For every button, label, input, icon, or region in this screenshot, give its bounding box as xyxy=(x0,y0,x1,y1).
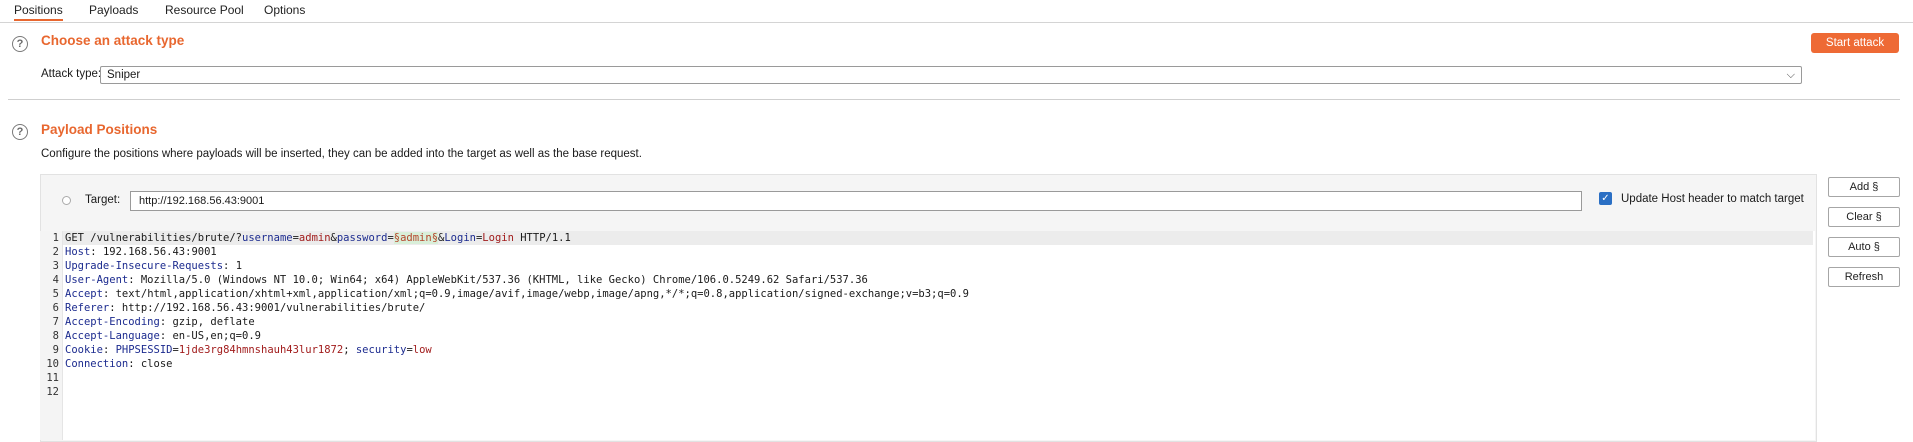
header-line: Accept-Encoding: gzip, deflate xyxy=(65,315,255,329)
cookie-line: Cookie: PHPSESSID=1jde3rg84hmnshauh43lur… xyxy=(65,343,432,357)
header-name: User-Agent xyxy=(65,274,129,286)
header-name: Accept-Encoding xyxy=(65,316,160,328)
payload-positions-description: Configure the positions where payloads w… xyxy=(41,148,642,160)
cookie-value: 1jde3rg84hmnshauh43lur1872 xyxy=(178,344,344,356)
header-name: Connection xyxy=(65,358,129,370)
add-marker-button[interactable]: Add § xyxy=(1828,177,1900,197)
header-line: Upgrade-Insecure-Requests: 1 xyxy=(65,259,242,273)
request-method-path: GET /vulnerabilities/brute/? xyxy=(65,232,243,244)
header-name: Upgrade-Insecure-Requests xyxy=(65,260,224,272)
header-line: Accept-Language: en-US,en;q=0.9 xyxy=(65,329,261,343)
header-name: Host xyxy=(65,246,91,258)
target-value: http://192.168.56.43:9001 xyxy=(139,195,265,207)
header-value: : 1 xyxy=(223,260,243,272)
auto-marker-button[interactable]: Auto § xyxy=(1828,237,1900,257)
line-number: 1 xyxy=(52,232,59,244)
param-eq: = xyxy=(387,232,394,244)
request-editor[interactable]: 1 2 3 4 5 6 7 8 9 10 11 12 GET /vulnerab… xyxy=(40,231,1815,440)
refresh-button[interactable]: Refresh xyxy=(1828,267,1900,287)
line-number: 10 xyxy=(46,358,59,370)
line-number: 11 xyxy=(46,372,59,384)
start-attack-button[interactable]: Start attack xyxy=(1811,33,1899,53)
attack-type-title: Choose an attack type xyxy=(41,33,185,48)
http-version: HTTP/1.1 xyxy=(513,232,571,244)
section-divider xyxy=(8,99,1900,100)
line-number: 8 xyxy=(52,330,59,342)
header-value: : http://192.168.56.43:9001/vulnerabilit… xyxy=(109,302,426,314)
header-line: User-Agent: Mozilla/5.0 (Windows NT 10.0… xyxy=(65,273,868,287)
attack-type-value: Sniper xyxy=(107,69,141,81)
param-value: admin xyxy=(298,232,331,244)
param-key: password xyxy=(336,232,388,244)
param-key: Login xyxy=(444,232,476,244)
param-value: Login xyxy=(482,232,514,244)
clear-marker-button[interactable]: Clear § xyxy=(1828,207,1900,227)
line-number: 2 xyxy=(52,246,59,258)
cookie-key: PHPSESSID xyxy=(115,344,173,356)
tab-options[interactable]: Options xyxy=(264,0,305,21)
cookie-value: low xyxy=(412,344,432,356)
header-value: : text/html,application/xhtml+xml,applic… xyxy=(102,288,969,300)
line-number: 7 xyxy=(52,316,59,328)
line-number: 3 xyxy=(52,260,59,272)
help-icon[interactable]: ? xyxy=(12,36,28,52)
line-number: 5 xyxy=(52,288,59,300)
header-value: : gzip, deflate xyxy=(159,316,255,328)
update-host-checkbox[interactable]: ✓ xyxy=(1599,192,1612,205)
tab-bar: Positions Payloads Resource Pool Options xyxy=(0,0,1913,23)
header-value: : en-US,en;q=0.9 xyxy=(159,330,261,342)
cookie-key: security xyxy=(355,344,407,356)
header-line: Host: 192.168.56.43:9001 xyxy=(65,245,217,259)
header-name: Accept-Language xyxy=(65,330,160,342)
header-name: Cookie xyxy=(65,344,103,356)
header-value: : 192.168.56.43:9001 xyxy=(90,246,217,258)
tab-payloads[interactable]: Payloads xyxy=(89,0,138,21)
payload-marker: §admin§ xyxy=(393,232,439,244)
header-line: Connection: close xyxy=(65,357,172,371)
attack-type-select[interactable]: Sniper ⌵ xyxy=(100,66,1802,84)
line-number: 4 xyxy=(52,274,59,286)
target-label: Target: xyxy=(85,194,121,206)
tab-positions[interactable]: Positions xyxy=(14,0,63,21)
target-input[interactable]: http://192.168.56.43:9001 xyxy=(130,191,1582,211)
tab-resource-pool[interactable]: Resource Pool xyxy=(165,0,244,21)
header-sep: : xyxy=(102,344,116,356)
header-line: Referer: http://192.168.56.43:9001/vulne… xyxy=(65,301,425,315)
line-number: 9 xyxy=(52,344,59,356)
line-number-gutter: 1 2 3 4 5 6 7 8 9 10 11 12 xyxy=(40,231,63,440)
line-number: 12 xyxy=(46,386,59,398)
line-number: 6 xyxy=(52,302,59,314)
header-name: Referer xyxy=(65,302,110,314)
cookie-sep: ; xyxy=(343,344,356,356)
header-line: Accept: text/html,application/xhtml+xml,… xyxy=(65,287,969,301)
header-name: Accept xyxy=(65,288,103,300)
header-value: : close xyxy=(128,358,173,370)
target-radio[interactable] xyxy=(62,196,71,205)
header-value: : Mozilla/5.0 (Windows NT 10.0; Win64; x… xyxy=(128,274,868,286)
attack-type-label: Attack type: xyxy=(41,68,102,80)
help-icon[interactable]: ? xyxy=(12,124,28,140)
payload-positions-title: Payload Positions xyxy=(41,122,158,137)
request-line: GET /vulnerabilities/brute/?username = adm… xyxy=(65,231,571,245)
param-key: username xyxy=(242,232,293,244)
chevron-down-icon: ⌵ xyxy=(1786,69,1795,81)
update-host-label: Update Host header to match target xyxy=(1621,193,1804,205)
